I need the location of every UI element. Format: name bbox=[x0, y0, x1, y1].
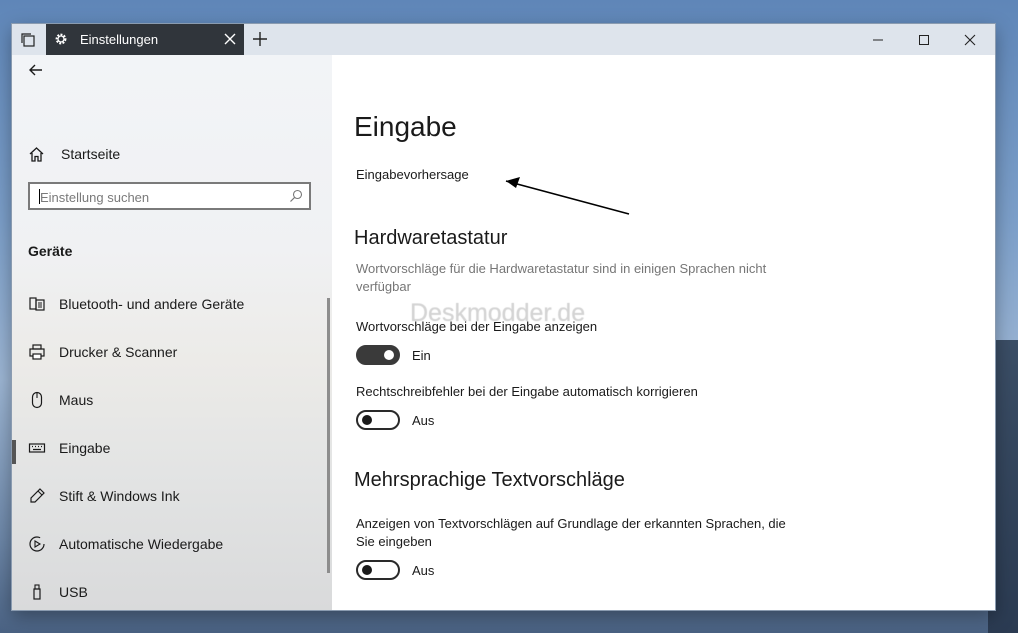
home-icon bbox=[29, 146, 44, 162]
bluetooth-devices-icon bbox=[29, 297, 45, 311]
section-label: Geräte bbox=[28, 243, 73, 259]
sidebar-item-usb[interactable]: USB bbox=[12, 572, 332, 610]
sidebar-item-startseite[interactable]: Startseite bbox=[28, 143, 120, 165]
settings-window: Einstellungen Startseite Einstellung suc… bbox=[12, 24, 995, 610]
sidebar-item-label: Stift & Windows Ink bbox=[59, 488, 180, 504]
multilingual-heading: Mehrsprachige Textvorschläge bbox=[354, 469, 625, 491]
close-tab-icon[interactable] bbox=[222, 31, 238, 47]
maximize-button[interactable] bbox=[901, 24, 947, 55]
sidebar-item-label: Drucker & Scanner bbox=[59, 344, 178, 360]
toggle-state: Aus bbox=[412, 413, 435, 428]
main-content: Eingabe Eingabevorhersage Hardwaretastat… bbox=[332, 55, 995, 610]
eingabevorhersage-link[interactable]: Eingabevorhersage bbox=[356, 167, 469, 182]
page-title: Eingabe bbox=[354, 111, 457, 142]
annotation-arrow bbox=[505, 177, 630, 215]
sidebar-item-bluetooth[interactable]: Bluetooth- und andere Geräte bbox=[12, 284, 332, 324]
sidebar-item-stift[interactable]: Stift & Windows Ink bbox=[12, 476, 332, 516]
search-input[interactable] bbox=[38, 187, 292, 207]
sidebar-item-maus[interactable]: Maus bbox=[12, 380, 332, 420]
toggle-knob bbox=[384, 350, 394, 360]
plus-icon[interactable] bbox=[252, 31, 268, 47]
toggle-knob bbox=[362, 565, 372, 575]
back-arrow-icon[interactable] bbox=[26, 61, 46, 79]
setting-multilingual-label: Anzeigen von Textvorschlägen auf Grundla… bbox=[356, 516, 786, 549]
keyboard-icon bbox=[28, 443, 46, 453]
minimize-icon bbox=[873, 39, 883, 40]
sidebar-item-label: Bluetooth- und andere Geräte bbox=[59, 296, 245, 312]
home-label: Startseite bbox=[61, 146, 121, 162]
tab-einstellungen[interactable]: Einstellungen bbox=[46, 24, 244, 55]
setting-word-suggestions-label: Wortvorschläge bei der Eingabe anzeigen bbox=[356, 319, 598, 334]
toggle-state: Aus bbox=[412, 563, 435, 578]
sidebar-item-autoplay[interactable]: Automatische Wiedergabe bbox=[12, 524, 332, 564]
toggle-state: Ein bbox=[412, 348, 431, 363]
tab-manager-button[interactable] bbox=[12, 24, 44, 55]
tab-title: Einstellungen bbox=[80, 32, 159, 47]
selection-indicator bbox=[12, 440, 16, 464]
printer-icon bbox=[29, 344, 45, 360]
title-bar: Einstellungen bbox=[12, 24, 995, 56]
sidebar-item-label: Maus bbox=[59, 392, 94, 408]
word-suggestions-toggle[interactable] bbox=[356, 345, 400, 365]
sidebar-item-label: Eingabe bbox=[59, 440, 111, 456]
usb-icon bbox=[33, 584, 41, 600]
mouse-icon bbox=[31, 391, 43, 409]
maximize-icon bbox=[919, 34, 929, 45]
hardware-note: Wortvorschläge für die Hardwaretastatur … bbox=[356, 261, 767, 294]
toggle-knob bbox=[362, 415, 372, 425]
sidebar: Startseite Geräte Bluetooth- und andere … bbox=[12, 55, 332, 610]
setting-autocorrect-label: Rechtschreibfehler bei der Eingabe autom… bbox=[356, 384, 698, 399]
minimize-button[interactable] bbox=[855, 24, 901, 55]
search-icon[interactable] bbox=[289, 189, 303, 203]
multilingual-toggle[interactable] bbox=[356, 560, 400, 580]
sidebar-item-label: USB bbox=[59, 584, 88, 600]
autocorrect-toggle[interactable] bbox=[356, 410, 400, 430]
pen-icon bbox=[30, 488, 45, 503]
sidebar-item-eingabe[interactable]: Eingabe bbox=[12, 428, 332, 468]
search-box[interactable] bbox=[28, 182, 311, 210]
close-window-button[interactable] bbox=[947, 24, 993, 55]
autoplay-icon bbox=[29, 536, 45, 552]
gear-icon bbox=[55, 33, 67, 45]
close-icon bbox=[964, 34, 976, 45]
tabs-icon bbox=[21, 32, 35, 47]
hardware-heading: Hardwaretastatur bbox=[354, 227, 508, 249]
sidebar-scrollbar[interactable] bbox=[327, 298, 330, 573]
sidebar-item-label: Automatische Wiedergabe bbox=[59, 536, 224, 552]
sidebar-item-drucker[interactable]: Drucker & Scanner bbox=[12, 332, 332, 372]
